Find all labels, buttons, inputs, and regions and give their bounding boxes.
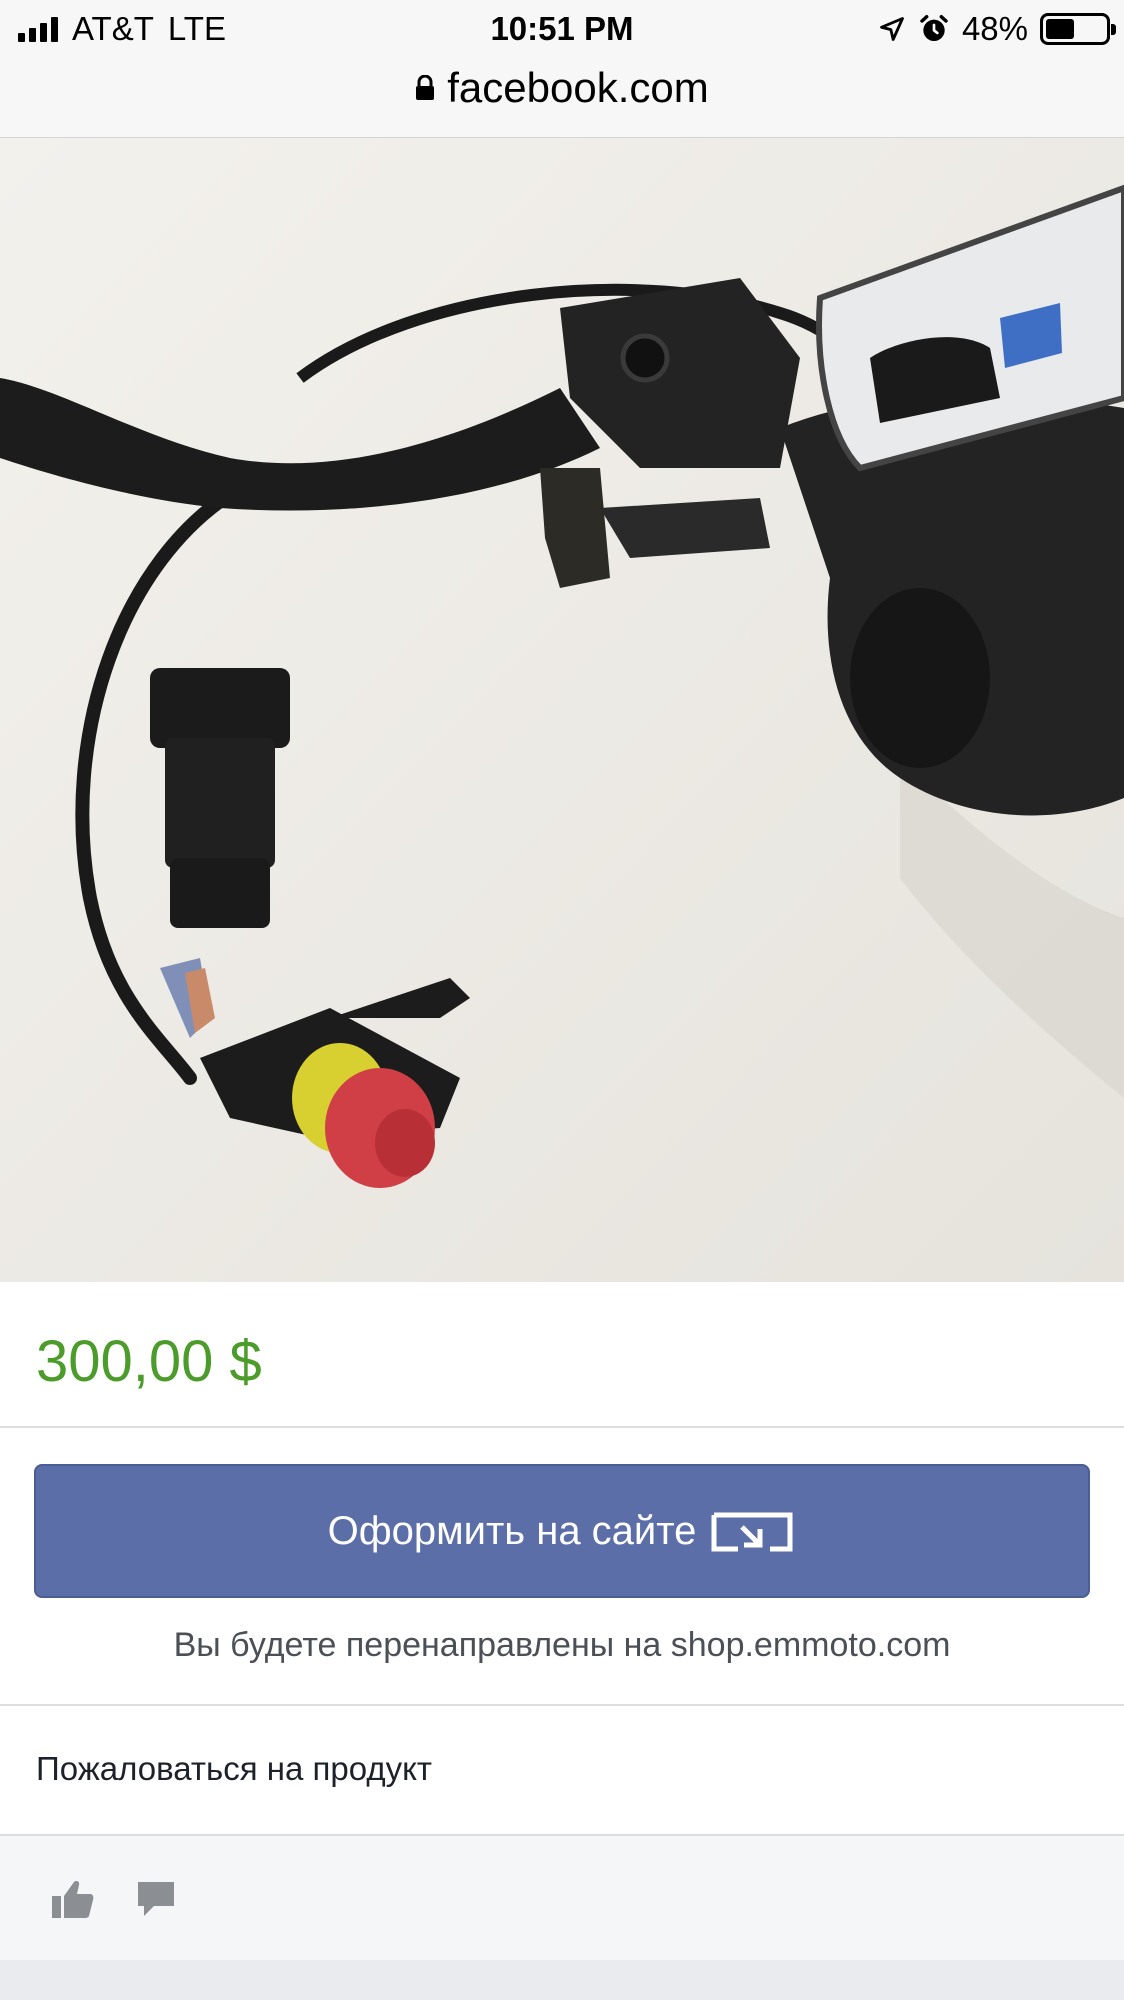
product-photo [0, 138, 1124, 1282]
checkout-on-site-button[interactable]: Оформить на сайте [34, 1464, 1090, 1598]
status-right: 48% [878, 10, 1116, 48]
share-arrow-icon [1023, 770, 1113, 1282]
bottom-strip [0, 1960, 1124, 2000]
location-icon [880, 17, 904, 41]
report-product-link[interactable]: Пожаловаться на продукт [36, 1750, 432, 1788]
actions-bar [0, 1836, 1124, 1960]
status-bar: AT&T LTE 10:51 PM 48% [0, 0, 1124, 62]
battery-icon [1040, 13, 1116, 45]
alarm-icon [920, 15, 948, 41]
domain-label: facebook.com [447, 64, 709, 111]
checkout-label: Оформить на сайте [327, 1508, 697, 1553]
external-link-icon [711, 1512, 793, 1552]
redirect-note: Вы будете перенаправлены на shop.emmoto.… [173, 1626, 951, 1664]
url-display[interactable]: facebook.com [415, 64, 709, 112]
lock-icon [416, 75, 435, 100]
thumbs-up-icon [52, 1881, 94, 1918]
battery-fill [1046, 19, 1074, 39]
product-image[interactable] [0, 138, 1124, 1282]
product-price: 300,00 $ [36, 1329, 262, 1394]
price-section: 300,00 $ [0, 1282, 1124, 1428]
battery-percent: 48% [961, 10, 1028, 47]
comment-button[interactable] [134, 1876, 182, 1924]
like-button[interactable] [48, 1876, 96, 1924]
checkout-section: Оформить на сайте Вы будете перенаправле… [0, 1428, 1124, 1706]
address-bar[interactable]: facebook.com [0, 62, 1124, 138]
report-section: Пожаловаться на продукт [0, 1706, 1124, 1836]
comment-icon [138, 1882, 174, 1916]
